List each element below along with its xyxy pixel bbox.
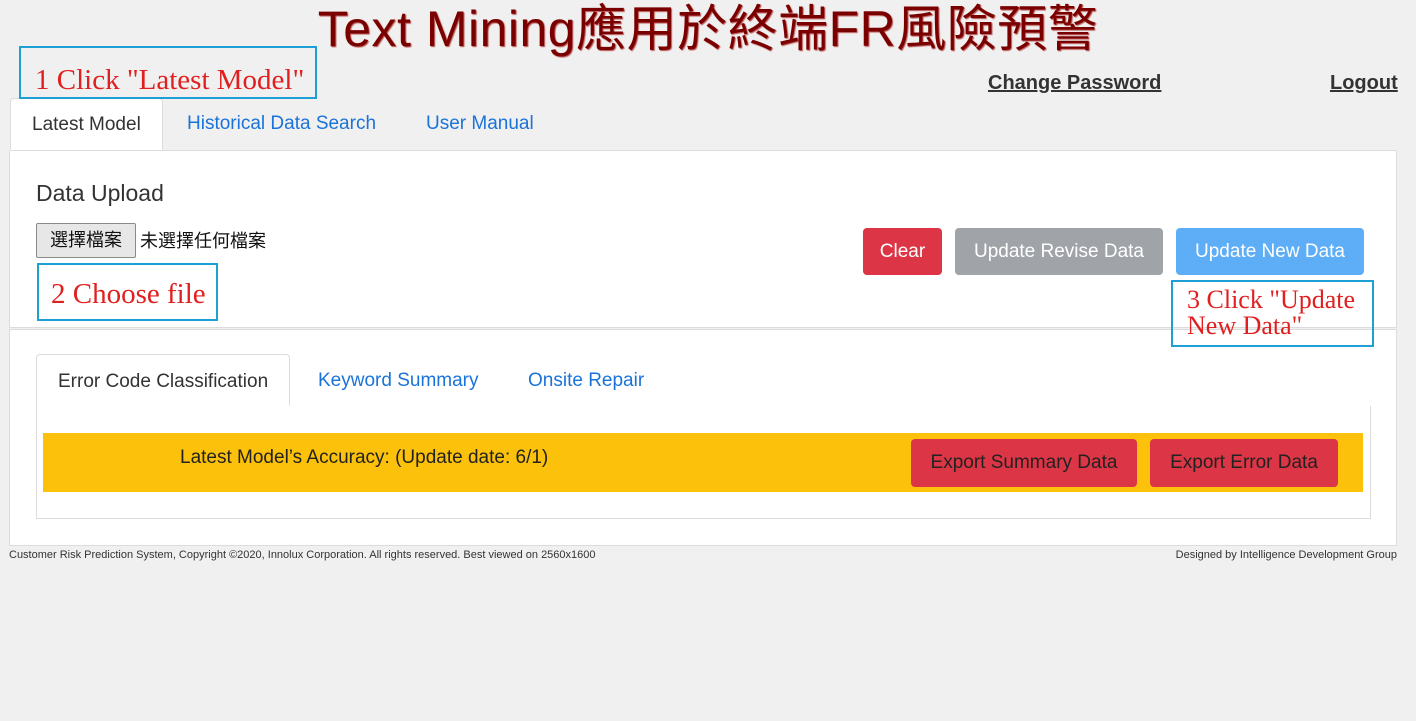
logout-link[interactable]: Logout <box>1330 71 1398 95</box>
main-tabbar: Latest Model Historical Data Search User… <box>10 98 1396 151</box>
export-error-data-button[interactable]: Export Error Data <box>1150 439 1338 487</box>
model-accuracy-text: Latest Model’s Accuracy: (Update date: 6… <box>180 447 549 468</box>
tab-error-code-classification[interactable]: Error Code Classification <box>36 354 291 406</box>
results-tabbar: Error Code Classification Keyword Summar… <box>36 354 1370 407</box>
footer-copyright: Customer Risk Prediction System, Copyrig… <box>9 549 596 561</box>
clear-button[interactable]: Clear <box>863 228 942 275</box>
callout-step-2: 2 Choose file <box>37 263 218 321</box>
tab-onsite-repair[interactable]: Onsite Repair <box>507 354 665 406</box>
upload-title: Data Upload <box>36 180 164 206</box>
tab-latest-model[interactable]: Latest Model <box>10 98 163 150</box>
file-status-text: 未選擇任何檔案 <box>140 231 266 251</box>
footer-credit: Designed by Intelligence Development Gro… <box>1175 549 1397 561</box>
change-password-link[interactable]: Change Password <box>988 71 1161 95</box>
tab-user-manual[interactable]: User Manual <box>405 98 555 150</box>
tab-keyword-summary[interactable]: Keyword Summary <box>297 354 500 406</box>
callout-step-1: 1 Click "Latest Model" <box>19 46 317 99</box>
export-summary-data-button[interactable]: Export Summary Data <box>911 439 1137 487</box>
tab-historical-data-search[interactable]: Historical Data Search <box>166 98 397 150</box>
update-revise-data-button[interactable]: Update Revise Data <box>955 228 1163 275</box>
callout-step-3: 3 Click "Update New Data" <box>1171 280 1374 347</box>
choose-file-button[interactable]: 選擇檔案 <box>36 223 136 258</box>
update-new-data-button[interactable]: Update New Data <box>1176 228 1364 275</box>
